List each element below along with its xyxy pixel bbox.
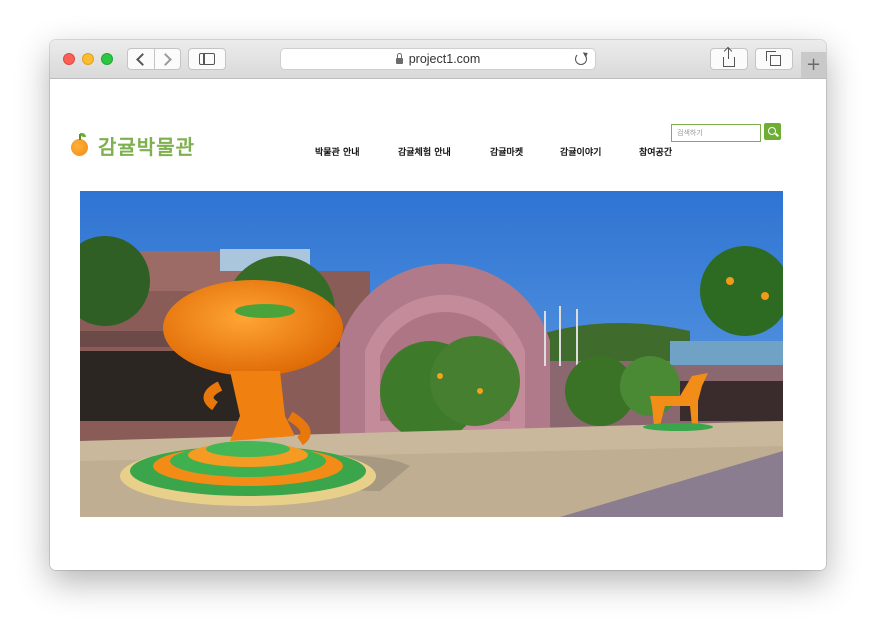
share-button[interactable] bbox=[710, 47, 748, 70]
new-tab-button[interactable]: + bbox=[801, 52, 826, 78]
nav-item-citrus-market[interactable]: 감귤마켓 bbox=[490, 145, 523, 158]
nav-item-citrus-experience[interactable]: 감귤체험 안내 bbox=[398, 145, 451, 158]
hero-illustration bbox=[80, 191, 783, 517]
zoom-window-button[interactable] bbox=[101, 53, 113, 65]
back-button[interactable] bbox=[128, 49, 154, 69]
browser-toolbar: project1.com + bbox=[50, 40, 826, 79]
minimize-window-button[interactable] bbox=[82, 53, 94, 65]
web-page: 감귤박물관 박물관 안내 감귤체험 안내 감귤마켓 감귤이야기 참여공간 bbox=[50, 79, 826, 570]
forward-button[interactable] bbox=[153, 49, 181, 69]
sidebar-icon bbox=[199, 53, 215, 65]
chevron-right-icon bbox=[159, 52, 173, 66]
tabs-overview-icon bbox=[766, 51, 781, 66]
chevron-left-icon bbox=[135, 52, 149, 66]
share-icon bbox=[723, 47, 735, 67]
address-bar[interactable]: project1.com bbox=[280, 48, 596, 70]
site-logo-text: 감귤박물관 bbox=[98, 135, 195, 159]
lock-icon bbox=[395, 52, 403, 64]
history-nav-group bbox=[127, 48, 181, 70]
nav-item-museum-guide[interactable]: 박물관 안내 bbox=[315, 145, 360, 158]
orange-logo-icon bbox=[71, 132, 88, 156]
close-window-button[interactable] bbox=[63, 53, 75, 65]
reload-icon[interactable] bbox=[575, 53, 587, 65]
hero-banner-image bbox=[80, 191, 783, 517]
search-button[interactable] bbox=[764, 123, 781, 140]
url-text: project1.com bbox=[408, 52, 481, 66]
search-input[interactable] bbox=[671, 124, 761, 142]
search-icon bbox=[767, 126, 776, 135]
sidebar-toggle-button[interactable] bbox=[188, 48, 226, 70]
site-logo-link[interactable]: 감귤박물관 bbox=[71, 131, 195, 160]
nav-item-community[interactable]: 참여공간 bbox=[639, 145, 672, 158]
tabs-overview-button[interactable] bbox=[755, 48, 793, 70]
nav-item-citrus-story[interactable]: 감귤이야기 bbox=[560, 145, 601, 158]
browser-window: project1.com + 감귤박물관 박물관 안내 감귤체험 안내 감귤마켓… bbox=[50, 40, 826, 570]
plus-icon: + bbox=[805, 54, 822, 75]
